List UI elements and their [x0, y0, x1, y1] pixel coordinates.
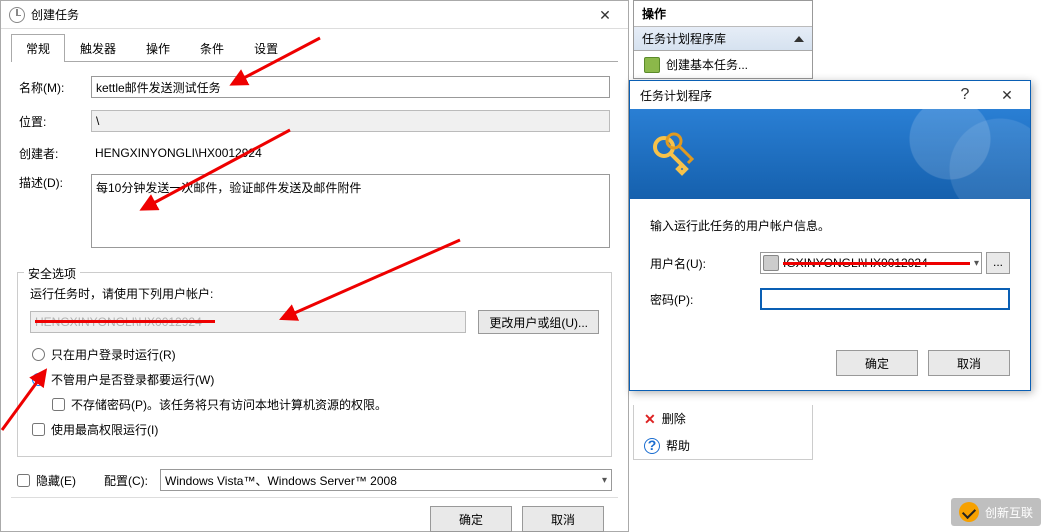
- chevron-down-icon: ▾: [602, 475, 607, 486]
- action-delete[interactable]: ✕ 删除: [634, 405, 812, 432]
- runas-user: HENGXINYONGLI\HX0012924: [30, 311, 466, 333]
- delete-icon: ✕: [644, 412, 656, 426]
- help-button[interactable]: ?: [944, 86, 986, 104]
- title-bar: 创建任务 ✕: [1, 1, 628, 29]
- check-no-password-input[interactable]: [52, 398, 65, 411]
- cred-banner: [630, 109, 1030, 199]
- close-icon[interactable]: ✕: [986, 87, 1028, 104]
- description-label: 描述(D):: [19, 174, 91, 191]
- config-label: 配置(C):: [104, 472, 148, 489]
- check-hidden[interactable]: 隐藏(E): [17, 472, 76, 489]
- cred-cancel-button[interactable]: 取消: [928, 350, 1010, 376]
- tab-general[interactable]: 常规: [11, 34, 65, 62]
- check-highest-priv[interactable]: 使用最高权限运行(I): [30, 421, 599, 438]
- security-legend: 安全选项: [24, 265, 80, 282]
- window-title: 创建任务: [31, 6, 584, 23]
- actions-group[interactable]: 任务计划程序库: [634, 27, 812, 51]
- check-no-password[interactable]: 不存储密码(P)。该任务将只有访问本地计算机资源的权限。: [30, 396, 599, 413]
- location-label: 位置:: [19, 113, 91, 130]
- actions-header: 操作: [634, 1, 812, 27]
- name-input[interactable]: [91, 76, 610, 98]
- username-dropdown[interactable]: IGXINYONGLI\HX0012924 ▾: [760, 252, 982, 274]
- cred-title: 任务计划程序: [640, 87, 944, 104]
- task-icon: [644, 57, 660, 73]
- security-options: 安全选项 运行任务时，请使用下列用户帐户: HENGXINYONGLI\HX00…: [17, 272, 612, 457]
- avatar-icon: [763, 255, 779, 271]
- author-value: HENGXINYONGLI\HX0012924: [91, 144, 266, 162]
- browse-user-button[interactable]: ...: [986, 252, 1010, 274]
- radio-logged-on-input[interactable]: [32, 348, 45, 361]
- create-task-dialog: 创建任务 ✕ 常规 触发器 操作 条件 设置 名称(M): 位置: 创建者: H…: [0, 0, 629, 532]
- config-dropdown[interactable]: Windows Vista™、Windows Server™ 2008 ▾: [160, 469, 612, 491]
- ok-button[interactable]: 确定: [430, 506, 512, 532]
- radio-any-user-input[interactable]: [32, 373, 45, 386]
- action-help[interactable]: ? 帮助: [634, 432, 812, 459]
- description-input[interactable]: [91, 174, 610, 248]
- watermark-logo: 创新互联: [951, 498, 1041, 526]
- clock-icon: [9, 7, 25, 23]
- action-create-basic[interactable]: 创建基本任务...: [634, 51, 812, 78]
- name-label: 名称(M):: [19, 79, 91, 96]
- radio-any-user[interactable]: 不管用户是否登录都要运行(W): [30, 371, 599, 388]
- cred-instruction: 输入运行此任务的用户帐户信息。: [650, 217, 1010, 234]
- change-user-button[interactable]: 更改用户或组(U)...: [478, 310, 599, 334]
- chevron-down-icon: ▾: [974, 258, 979, 269]
- username-label: 用户名(U):: [650, 255, 760, 272]
- close-icon[interactable]: ✕: [584, 2, 626, 28]
- password-input[interactable]: [760, 288, 1010, 310]
- keys-icon: [648, 127, 698, 177]
- author-label: 创建者:: [19, 145, 91, 162]
- tab-strip: 常规 触发器 操作 条件 设置: [11, 33, 618, 62]
- actions-panel-bottom: ✕ 删除 ? 帮助: [633, 405, 813, 460]
- check-highest-priv-input[interactable]: [32, 423, 45, 436]
- tab-actions[interactable]: 操作: [131, 34, 185, 62]
- tab-triggers[interactable]: 触发器: [65, 34, 131, 62]
- actions-panel: 操作 任务计划程序库 创建基本任务...: [633, 0, 813, 79]
- cred-title-bar: 任务计划程序 ? ✕: [630, 81, 1030, 109]
- collapse-icon: [794, 36, 804, 42]
- check-hidden-input[interactable]: [17, 474, 30, 487]
- tab-settings[interactable]: 设置: [239, 34, 293, 62]
- location-input: [91, 110, 610, 132]
- cancel-button[interactable]: 取消: [522, 506, 604, 532]
- help-icon: ?: [644, 438, 660, 454]
- radio-logged-on[interactable]: 只在用户登录时运行(R): [30, 346, 599, 363]
- runas-prompt: 运行任务时，请使用下列用户帐户:: [30, 285, 599, 302]
- tab-conditions[interactable]: 条件: [185, 34, 239, 62]
- config-value: Windows Vista™、Windows Server™ 2008: [165, 472, 397, 489]
- cred-ok-button[interactable]: 确定: [836, 350, 918, 376]
- credentials-dialog: 任务计划程序 ? ✕ 输入运行此任务的用户帐户信息。 用户名(U): IGXIN…: [629, 80, 1031, 391]
- logo-icon: [959, 502, 979, 522]
- password-label: 密码(P):: [650, 291, 760, 308]
